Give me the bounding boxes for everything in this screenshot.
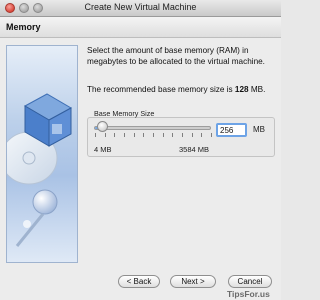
recommended-text: The recommended base memory size is 128 … xyxy=(87,84,275,95)
wizard-window: Create New Virtual Machine Memory Select… xyxy=(0,0,281,300)
virtualbox-side-illustration xyxy=(6,45,78,263)
memory-slider-tick xyxy=(104,133,106,137)
recommended-suffix: MB. xyxy=(248,85,266,94)
memory-slider-tick xyxy=(201,133,203,137)
memory-slider-tick xyxy=(162,133,164,137)
memory-slider-tick xyxy=(143,133,145,137)
page-title: Memory xyxy=(6,22,41,32)
next-button[interactable]: Next > xyxy=(170,275,216,288)
memory-slider-tick xyxy=(191,133,193,137)
page-header: Memory xyxy=(0,17,281,38)
description-text: Select the amount of base memory (RAM) i… xyxy=(87,46,265,66)
memory-unit-label: MB xyxy=(253,125,265,134)
recommended-prefix: The recommended base memory size is xyxy=(87,85,235,94)
memory-slider-tick xyxy=(133,133,135,137)
virtualbox-cube-illustration xyxy=(7,93,73,247)
memory-slider-track[interactable] xyxy=(94,126,211,130)
memory-size-input[interactable]: 256 xyxy=(216,123,247,137)
memory-slider-thumb[interactable] xyxy=(96,121,108,132)
memory-slider-ticks xyxy=(95,133,212,138)
back-button[interactable]: < Back xyxy=(118,275,160,288)
memory-slider-tick xyxy=(114,133,116,137)
memory-slider-tick xyxy=(95,133,96,137)
watermark-text: TipsFor.us xyxy=(227,289,270,299)
memory-slider-tick xyxy=(182,133,183,137)
base-memory-label: Base Memory Size xyxy=(94,109,155,118)
memory-slider-tick xyxy=(211,133,212,137)
memory-slider-tick xyxy=(172,133,174,137)
cancel-button[interactable]: Cancel xyxy=(228,275,272,288)
memory-slider-tick xyxy=(124,133,125,137)
memory-max-label: 3584 MB xyxy=(179,145,210,154)
recommended-value: 128 xyxy=(234,85,249,94)
window-title: Create New Virtual Machine xyxy=(84,2,197,12)
memory-slider-tick xyxy=(153,133,154,137)
title-bar[interactable]: Create New Virtual Machine xyxy=(0,0,281,17)
memory-min-label: 4 MB xyxy=(94,145,112,154)
